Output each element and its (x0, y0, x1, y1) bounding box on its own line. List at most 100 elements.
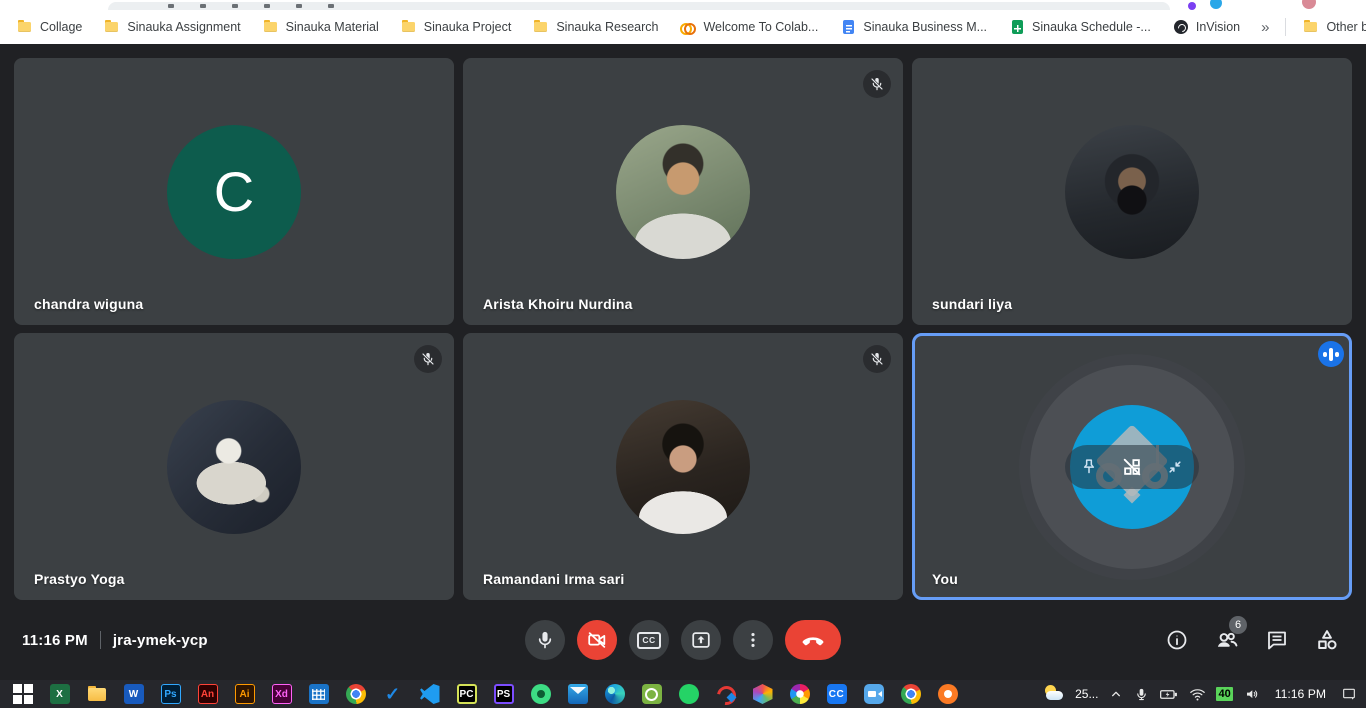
taskbar-app-check[interactable]: ✓ (374, 680, 411, 708)
other-bookmarks-button[interactable]: Other bookmarks (1292, 14, 1366, 40)
folder-icon (401, 19, 417, 35)
action-center-icon[interactable] (1340, 686, 1358, 702)
taskbar-app-pinwheel-app[interactable] (781, 680, 818, 708)
bookmark-label: Collage (40, 20, 82, 34)
tray-expand-chevron[interactable] (1108, 686, 1124, 702)
participant-tile-ramandani[interactable]: Ramandani Irma sari (463, 333, 903, 600)
participant-tile-you[interactable]: You (912, 333, 1352, 600)
bookmark-item[interactable]: Sinauka Material (252, 14, 390, 40)
battery-percent-badge[interactable]: 40 (1216, 687, 1232, 701)
app-letter: Xd (275, 689, 288, 700)
tile-hover-actions (1065, 445, 1199, 489)
camera-app-icon (642, 684, 662, 704)
taskbar-app-animate[interactable]: An (189, 680, 226, 708)
meeting-time: 11:16 PM (22, 632, 88, 649)
taskbar-apps: X WPs An Ai Xd ✓ PCPS CC (0, 680, 966, 708)
mic-muted-icon (414, 345, 442, 373)
taskbar-app-android-app[interactable] (522, 680, 559, 708)
taskbar-app-video-app[interactable] (855, 680, 892, 708)
bookmark-label: Sinauka Assignment (127, 20, 240, 34)
taskbar-app-illustrator[interactable]: Ai (226, 680, 263, 708)
participant-tile-arista[interactable]: Arista Khoiru Nurdina (463, 58, 903, 325)
bookmark-item[interactable]: InVision (1162, 14, 1251, 40)
meeting-code[interactable]: jra-ymek-ycp (113, 632, 208, 649)
bookmark-item[interactable]: Sinauka Schedule -... (998, 14, 1162, 40)
taskbar-app-calendar[interactable] (300, 680, 337, 708)
participant-tile-chandra[interactable]: C chandra wiguna (14, 58, 454, 325)
taskbar-app-start[interactable] (4, 680, 41, 708)
battery-charging-icon[interactable] (1159, 687, 1179, 702)
bookmarks-overflow-chevron[interactable]: » (1251, 19, 1279, 36)
bookmark-item[interactable]: Collage (6, 14, 93, 40)
bookmark-item[interactable]: Sinauka Assignment (93, 14, 251, 40)
taskbar-app-chrome[interactable] (892, 680, 929, 708)
animate-icon: An (198, 684, 218, 704)
taskbar-clock[interactable]: 11:16 PM (1271, 687, 1330, 701)
taskbar-app-vscode[interactable] (411, 680, 448, 708)
meeting-details-button[interactable] (1164, 627, 1190, 653)
participant-tile-sundari[interactable]: sundari liya (912, 58, 1352, 325)
chat-button[interactable] (1264, 627, 1290, 653)
wifi-icon[interactable] (1189, 687, 1206, 702)
screen: Collage Sinauka Assignment Sinauka Materia… (0, 0, 1366, 708)
microphone-tray-icon[interactable] (1134, 687, 1149, 702)
photo-avatar (616, 400, 750, 534)
volume-icon[interactable] (1243, 686, 1261, 702)
taskbar-app-xampp[interactable] (929, 680, 966, 708)
excel-icon: X (50, 684, 70, 704)
taskbar-app-mail[interactable] (559, 680, 596, 708)
photo-avatar (167, 400, 301, 534)
folder-icon (533, 19, 549, 35)
taskbar-app-cc-app[interactable]: CC (818, 680, 855, 708)
taskbar-app-adobe-xd[interactable]: Xd (263, 680, 300, 708)
divider (1285, 18, 1286, 36)
bookmark-item[interactable]: Sinauka Research (522, 14, 669, 40)
taskbar-app-hexagon-app[interactable] (744, 680, 781, 708)
weather-icon[interactable] (1043, 685, 1065, 703)
end-call-button[interactable] (785, 620, 841, 660)
invision-icon (1173, 19, 1189, 35)
photo-avatar (616, 125, 750, 259)
meet-stage: C chandra wiguna Arista Khoiru Nurdina s… (0, 44, 1366, 680)
windows-taskbar: X WPs An Ai Xd ✓ PCPS CC 25... 40 11:16 PM (0, 680, 1366, 708)
taskbar-app-excel[interactable]: X (41, 680, 78, 708)
taskbar-app-draw-app[interactable] (707, 680, 744, 708)
bookmark-item[interactable]: Sinauka Project (390, 14, 523, 40)
present-button[interactable] (681, 620, 721, 660)
profile-avatar[interactable] (1302, 0, 1316, 9)
participant-tile-prastyo[interactable]: Prastyo Yoga (14, 333, 454, 600)
activities-button[interactable] (1314, 627, 1340, 653)
participant-name: sundari liya (932, 296, 1012, 312)
taskbar-app-chrome[interactable] (337, 680, 374, 708)
start-icon (13, 684, 33, 704)
microphone-button[interactable] (525, 620, 565, 660)
captions-button[interactable]: CC (629, 620, 669, 660)
folder-icon (1303, 19, 1319, 35)
taskbar-app-file-explorer[interactable] (78, 680, 115, 708)
grid-off-button[interactable] (1120, 455, 1144, 479)
bookmark-label: Sinauka Material (286, 20, 379, 34)
folder-icon (17, 19, 33, 35)
extension-icon[interactable] (1210, 0, 1222, 9)
taskbar-app-whatsapp[interactable] (670, 680, 707, 708)
chrome-icon (901, 684, 921, 704)
pin-tile-button[interactable] (1077, 455, 1101, 479)
meet-bottom-bar: 11:16 PM jra-ymek-ycp CC (0, 600, 1366, 680)
weather-temp[interactable]: 25... (1075, 687, 1098, 701)
divider (100, 631, 101, 649)
taskbar-app-phpstorm[interactable]: PS (485, 680, 522, 708)
bookmark-item[interactable]: Welcome To Colab... (669, 14, 829, 40)
more-options-button[interactable] (733, 620, 773, 660)
minimize-tile-button[interactable] (1163, 455, 1187, 479)
camera-off-button[interactable] (577, 620, 617, 660)
android-app-icon (531, 684, 551, 704)
taskbar-app-pycharm[interactable]: PC (448, 680, 485, 708)
taskbar-app-camera-app[interactable] (633, 680, 670, 708)
extension-icon[interactable] (1188, 2, 1196, 10)
taskbar-app-edge[interactable] (596, 680, 633, 708)
taskbar-app-photoshop[interactable]: Ps (152, 680, 189, 708)
app-letter: Ai (240, 689, 250, 700)
bookmark-item[interactable]: Sinauka Business M... (829, 14, 998, 40)
taskbar-app-word[interactable]: W (115, 680, 152, 708)
participants-button[interactable]: 6 (1214, 627, 1240, 653)
